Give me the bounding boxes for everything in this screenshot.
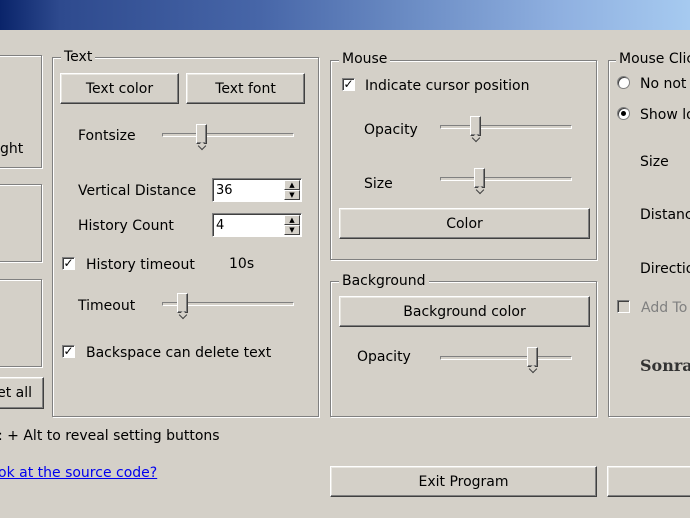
show-radio[interactable] — [617, 107, 630, 120]
mouse-size-slider-track — [440, 177, 572, 181]
mouse-size-label: Size — [364, 176, 393, 192]
vertical-distance-spinner[interactable]: ▲ ▼ — [212, 178, 302, 202]
history-timeout-label[interactable]: History timeout — [86, 256, 195, 274]
spin-down-icon[interactable]: ▼ — [284, 190, 300, 200]
show-label[interactable]: Show lo — [640, 106, 690, 124]
fontsize-slider-track — [162, 133, 294, 137]
text-group — [52, 57, 319, 417]
timeout-slider[interactable] — [162, 293, 294, 319]
spin-down-icon[interactable]: ▼ — [284, 225, 300, 235]
spin-up-icon[interactable]: ▲ — [284, 215, 300, 225]
mouse-opacity-slider-track — [440, 125, 572, 129]
history-count-spinner[interactable]: ▲ ▼ — [212, 213, 302, 237]
background-opacity-slider[interactable] — [440, 347, 572, 373]
backspace-label[interactable]: Backspace can delete text — [86, 344, 271, 362]
text-color-button[interactable]: Text color — [60, 73, 179, 104]
background-color-button[interactable]: Background color — [339, 296, 590, 327]
right-align-label: ght — [0, 141, 24, 157]
mouse-opacity-label: Opacity — [364, 122, 418, 138]
timeout-slider-thumb[interactable] — [177, 293, 188, 313]
mouse-opacity-slider-thumb[interactable] — [470, 116, 481, 136]
exit-program-button[interactable]: Exit Program — [330, 466, 597, 497]
history-timeout-checkbox[interactable]: ✓ — [62, 257, 75, 270]
text-font-button[interactable]: Text font — [186, 73, 305, 104]
background-opacity-slider-track — [440, 356, 572, 360]
background-opacity-slider-thumb[interactable] — [527, 347, 538, 367]
timeout-label: Timeout — [78, 298, 136, 314]
indicate-cursor-checkbox[interactable]: ✓ — [342, 78, 355, 91]
mouse-click-group-legend: Mouse Clic — [616, 51, 690, 67]
fontsize-slider[interactable] — [162, 124, 294, 150]
left-group-middle — [0, 184, 42, 262]
add-checkbox — [617, 300, 630, 313]
indicate-cursor-label[interactable]: Indicate cursor position — [365, 77, 529, 95]
history-timeout-value: 10s — [229, 256, 255, 272]
backspace-checkbox[interactable]: ✓ — [62, 345, 75, 358]
fontsize-label: Fontsize — [78, 128, 136, 144]
click-direction-label: Directio — [640, 261, 690, 277]
click-distance-label: Distanc — [640, 207, 690, 223]
reset-all-button[interactable]: et all — [0, 377, 44, 409]
no-not-label[interactable]: No not — [640, 75, 686, 93]
fontsize-slider-thumb[interactable] — [196, 124, 207, 144]
background-group-legend: Background — [339, 273, 429, 289]
vertical-distance-input[interactable] — [216, 181, 280, 199]
mouse-opacity-slider[interactable] — [440, 116, 572, 142]
no-not-radio[interactable] — [617, 76, 630, 89]
spin-up-icon[interactable]: ▲ — [284, 180, 300, 190]
title-bar[interactable] — [0, 0, 690, 30]
vertical-distance-label: Vertical Distance — [78, 183, 197, 199]
brand-text: Sonra — [640, 356, 690, 375]
mouse-group-legend: Mouse — [339, 51, 391, 67]
history-count-label: History Count — [78, 218, 174, 234]
source-code-link[interactable]: ok at the source code? — [0, 464, 157, 482]
add-label: Add To — [641, 300, 688, 316]
history-count-input[interactable] — [216, 216, 280, 234]
partial-bottom-button[interactable] — [607, 466, 690, 497]
mouse-color-button[interactable]: Color — [339, 208, 590, 239]
left-group-bottom — [0, 279, 42, 367]
text-group-legend: Text — [61, 49, 96, 65]
background-opacity-label: Opacity — [357, 349, 411, 365]
hint-text: : + Alt to reveal setting buttons — [0, 428, 220, 444]
mouse-size-slider[interactable] — [440, 168, 572, 194]
mouse-size-slider-thumb[interactable] — [474, 168, 485, 188]
click-size-label: Size — [640, 154, 669, 170]
